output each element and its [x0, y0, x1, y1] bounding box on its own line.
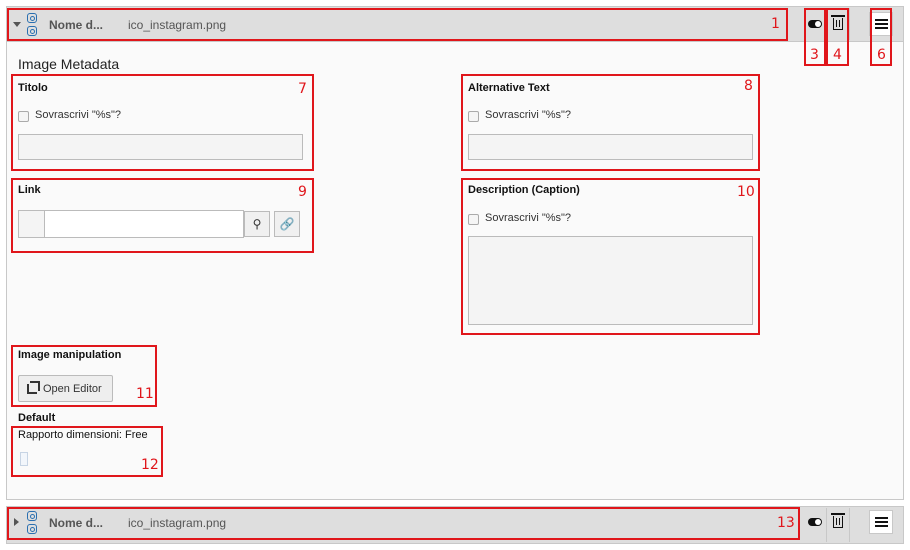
- annotation-number: 4: [833, 47, 842, 63]
- annotation-number: 8: [744, 78, 753, 94]
- description-label: Description (Caption): [468, 184, 580, 196]
- toggle-icon: [808, 20, 822, 28]
- toggle-icon: [808, 518, 822, 526]
- hamburger-icon: [874, 23, 888, 25]
- file-title: Nome d...: [49, 18, 104, 32]
- delete-button[interactable]: [828, 14, 848, 34]
- link-wizard-button[interactable]: ⚲: [244, 211, 270, 237]
- link-icon: 🔗: [279, 217, 295, 231]
- wizard-icon: ⚲: [252, 217, 262, 231]
- hamburger-icon: [874, 521, 888, 523]
- trash-icon: [831, 15, 845, 30]
- link-browser-button[interactable]: 🔗: [274, 211, 300, 237]
- annotation-number: 1: [771, 16, 780, 32]
- file-reference-panel: [6, 6, 904, 500]
- alt-text-label: Alternative Text: [468, 82, 550, 94]
- link-input[interactable]: [44, 210, 244, 238]
- toggle-visibility-button[interactable]: [805, 512, 825, 532]
- delete-button[interactable]: [828, 512, 848, 532]
- divider: [826, 8, 827, 40]
- expand-arrow-icon[interactable]: [14, 518, 19, 526]
- annotation-number: 10: [737, 184, 755, 200]
- file-thumbnail: [27, 511, 39, 537]
- file-name: ico_instagram.png: [128, 516, 227, 530]
- file-title: Nome d...: [49, 516, 104, 530]
- annotation-number: 3: [810, 47, 819, 63]
- file-thumbnail: [27, 13, 39, 39]
- alt-text-override-label: Sovrascrivi "%s"?: [485, 109, 572, 121]
- annotation-number: 13: [777, 515, 795, 531]
- default-label: Default: [18, 412, 56, 424]
- trash-icon: [831, 513, 845, 528]
- description-textarea[interactable]: [468, 236, 753, 325]
- crop-icon: [27, 380, 40, 394]
- image-manipulation-label: Image manipulation: [18, 349, 122, 361]
- annotation-number: 11: [136, 386, 154, 402]
- open-editor-label: Open Editor: [43, 382, 102, 395]
- file-name: ico_instagram.png: [128, 18, 227, 32]
- link-icon-slot: [18, 210, 45, 238]
- section-title: Image Metadata: [18, 56, 120, 72]
- link-label: Link: [18, 184, 41, 196]
- alt-text-input[interactable]: [468, 134, 753, 160]
- annotation-number: 9: [298, 184, 307, 200]
- divider: [849, 8, 850, 40]
- instagram-icon: [27, 524, 37, 534]
- titolo-override-label: Sovrascrivi "%s"?: [35, 109, 122, 121]
- instagram-icon: [27, 511, 37, 521]
- titolo-override-checkbox[interactable]: [18, 111, 29, 122]
- aspect-ratio-text: Rapporto dimensioni: Free: [18, 429, 148, 441]
- alt-text-override-checkbox[interactable]: [468, 111, 479, 122]
- description-override-checkbox[interactable]: [468, 214, 479, 225]
- divider: [849, 508, 850, 542]
- instagram-icon: [27, 13, 37, 23]
- divider: [826, 508, 827, 542]
- titolo-label: Titolo: [18, 82, 48, 94]
- crop-preview-thumb: [20, 452, 28, 466]
- toggle-visibility-button[interactable]: [805, 14, 825, 34]
- drag-handle-button[interactable]: [869, 510, 893, 534]
- annotation-number: 6: [877, 47, 886, 63]
- open-editor-button[interactable]: Open Editor: [18, 375, 113, 402]
- collapse-arrow-icon[interactable]: [13, 22, 21, 27]
- annotation-number: 12: [141, 457, 159, 473]
- instagram-icon: [27, 26, 37, 36]
- titolo-input[interactable]: [18, 134, 303, 160]
- drag-handle-button[interactable]: [869, 12, 893, 36]
- description-override-label: Sovrascrivi "%s"?: [485, 212, 572, 224]
- annotation-number: 7: [298, 81, 307, 97]
